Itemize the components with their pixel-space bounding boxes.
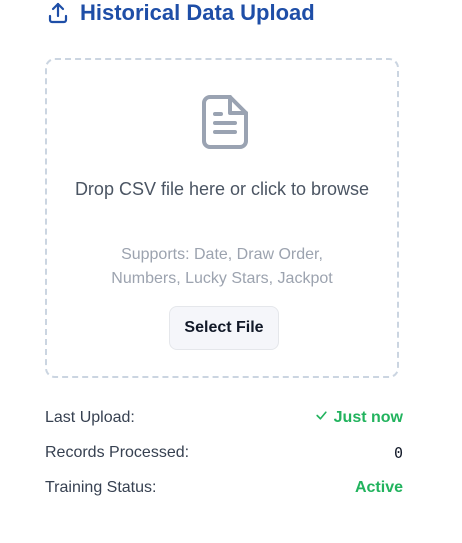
last-upload-value: Just now: [333, 408, 403, 426]
records-processed-label: Records Processed:: [45, 443, 190, 461]
file-dropzone[interactable]: Drop CSV file here or click to browse Su…: [45, 58, 399, 378]
page-title: Historical Data Upload: [80, 0, 315, 25]
file-text-icon: [200, 94, 250, 150]
dropzone-instruction: Drop CSV file here or click to browse: [74, 179, 370, 199]
stat-row-records-processed: Records Processed: 0: [45, 435, 403, 470]
upload-stats: Last Upload: Just now Records Processed:…: [45, 400, 403, 505]
stat-row-training-status: Training Status: Active: [45, 470, 403, 505]
records-processed-value: 0: [393, 443, 403, 462]
upload-icon: [46, 1, 70, 25]
last-upload-label: Last Upload:: [45, 408, 135, 426]
panel-header: Historical Data Upload: [46, 0, 315, 26]
check-icon: [315, 409, 328, 427]
training-status-value: Active: [354, 478, 403, 496]
last-upload-value-group: Just now: [315, 409, 403, 427]
upload-panel: Historical Data Upload Drop CSV file her…: [0, 0, 462, 543]
stat-row-last-upload: Last Upload: Just now: [45, 400, 403, 435]
training-status-label: Training Status:: [45, 478, 157, 496]
supported-fields-hint: Supports: Date, Draw Order, Numbers, Luc…: [111, 246, 333, 287]
select-file-button[interactable]: Select File: [169, 306, 279, 350]
